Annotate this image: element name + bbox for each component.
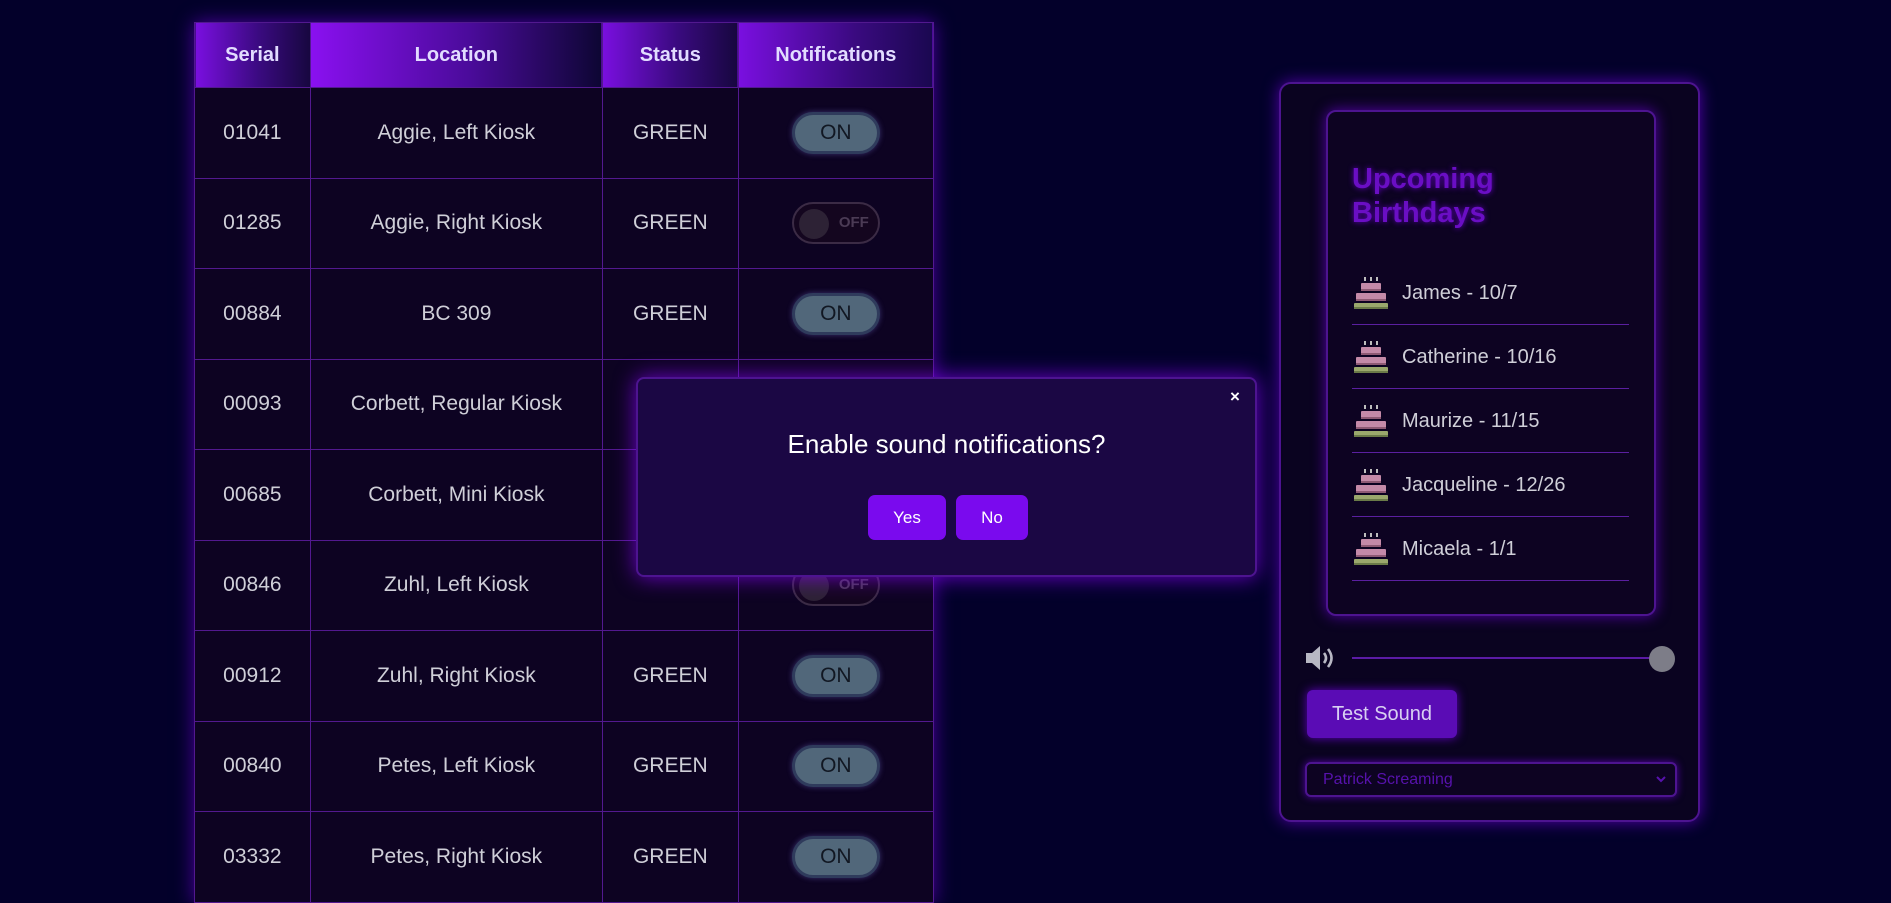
side-panel: Upcoming Birthdays James - 10/7 Catherine…	[1279, 82, 1700, 822]
birthdays-card: Upcoming Birthdays James - 10/7 Catherine…	[1326, 110, 1656, 616]
cell-location: Aggie, Left Kiosk	[309, 87, 603, 179]
cell-location: Zuhl, Right Kiosk	[309, 630, 603, 722]
table-row: 00912 Zuhl, Right Kiosk GREEN ON	[194, 630, 935, 722]
volume-slider-track[interactable]	[1352, 657, 1662, 659]
column-header-location: Location	[309, 22, 603, 88]
birthdays-list: James - 10/7 Catherine - 10/16 Maurize - 1…	[1352, 262, 1629, 582]
toggle-label: ON	[820, 120, 852, 144]
cake-icon	[1352, 466, 1390, 504]
toggle-label: ON	[820, 844, 852, 868]
cell-notifications: ON	[737, 268, 935, 360]
cell-notifications: OFF	[737, 177, 935, 269]
cake-icon	[1352, 402, 1390, 440]
cell-serial: 00912	[194, 630, 311, 722]
table-row: 01041 Aggie, Left Kiosk GREEN ON	[194, 87, 935, 179]
cell-serial: 03332	[194, 811, 311, 903]
list-item: Maurize - 11/15	[1352, 390, 1629, 453]
cell-location: Corbett, Mini Kiosk	[309, 449, 603, 541]
notification-toggle[interactable]: ON	[791, 745, 880, 788]
birthdays-title: Upcoming Birthdays	[1352, 163, 1494, 229]
sound-select-value: Patrick Screaming	[1323, 770, 1453, 788]
notification-toggle[interactable]: OFF	[791, 202, 880, 245]
cell-notifications: ON	[737, 720, 935, 812]
cell-serial: 01041	[194, 87, 311, 179]
table-row: 01285 Aggie, Right Kiosk GREEN OFF	[194, 177, 935, 269]
notification-toggle[interactable]: ON	[791, 654, 880, 697]
birthday-label: Maurize - 11/15	[1402, 409, 1540, 432]
sound-notification-dialog: × Enable sound notifications? Yes No	[636, 377, 1257, 577]
notification-toggle[interactable]: ON	[791, 292, 880, 335]
cell-location: Aggie, Right Kiosk	[309, 177, 603, 269]
toggle-label: ON	[820, 301, 852, 325]
volume-slider-thumb[interactable]	[1649, 646, 1675, 672]
cell-status: GREEN	[601, 720, 739, 812]
notification-toggle[interactable]: ON	[791, 835, 880, 878]
cell-notifications: ON	[737, 811, 935, 903]
cell-serial: 00685	[194, 449, 311, 541]
table-row: 03332 Petes, Right Kiosk GREEN ON	[194, 811, 935, 903]
table-row: 00884 BC 309 GREEN ON	[194, 268, 935, 360]
column-header-notifications: Notifications	[737, 22, 935, 88]
sound-select[interactable]: Patrick Screaming	[1305, 762, 1677, 797]
cell-notifications: ON	[737, 630, 935, 722]
toggle-label: ON	[820, 754, 852, 778]
birthday-label: Jacqueline - 12/26	[1402, 473, 1566, 496]
birthday-label: James - 10/7	[1402, 281, 1518, 304]
toggle-label: ON	[820, 663, 852, 687]
cake-icon	[1352, 338, 1390, 376]
cell-status: GREEN	[601, 268, 739, 360]
cell-status: GREEN	[601, 630, 739, 722]
cell-serial: 00840	[194, 720, 311, 812]
list-item: Jacqueline - 12/26	[1352, 454, 1629, 517]
toggle-label: OFF	[838, 576, 869, 594]
birthday-label: Micaela - 1/1	[1402, 537, 1517, 560]
list-item: Catherine - 10/16	[1352, 326, 1629, 389]
table-row: 00840 Petes, Left Kiosk GREEN ON	[194, 720, 935, 812]
cell-status: GREEN	[601, 811, 739, 903]
speaker-icon[interactable]	[1304, 643, 1338, 673]
no-button[interactable]: No	[956, 495, 1028, 540]
cell-serial: 00093	[194, 358, 311, 450]
cell-serial: 01285	[194, 177, 311, 269]
list-item: James - 10/7	[1352, 262, 1629, 325]
cell-notifications: ON	[737, 87, 935, 179]
chevron-down-icon	[1656, 776, 1666, 783]
toggle-label: OFF	[838, 214, 869, 232]
birthday-label: Catherine - 10/16	[1402, 345, 1557, 368]
close-icon[interactable]: ×	[1227, 388, 1243, 405]
toggle-knob	[798, 209, 829, 240]
column-header-serial: Serial	[194, 22, 311, 88]
cell-location: BC 309	[309, 268, 603, 360]
cell-location: Petes, Right Kiosk	[309, 811, 603, 903]
notification-toggle[interactable]: ON	[791, 111, 880, 154]
cake-icon	[1352, 530, 1390, 568]
dialog-title: Enable sound notifications?	[787, 429, 1106, 459]
cake-icon	[1352, 274, 1390, 312]
table-header-row: Serial Location Status Notifications	[194, 22, 935, 88]
cell-location: Corbett, Regular Kiosk	[309, 358, 603, 450]
test-sound-button[interactable]: Test Sound	[1307, 690, 1457, 738]
cell-location: Zuhl, Left Kiosk	[309, 539, 603, 631]
list-item: Micaela - 1/1	[1352, 518, 1629, 581]
cell-location: Petes, Left Kiosk	[309, 720, 603, 812]
volume-control	[1304, 639, 1684, 675]
cell-serial: 00846	[194, 539, 311, 631]
cell-status: GREEN	[601, 177, 739, 269]
cell-serial: 00884	[194, 268, 311, 360]
cell-status: GREEN	[601, 87, 739, 179]
column-header-status: Status	[601, 22, 739, 88]
yes-button[interactable]: Yes	[868, 495, 946, 540]
